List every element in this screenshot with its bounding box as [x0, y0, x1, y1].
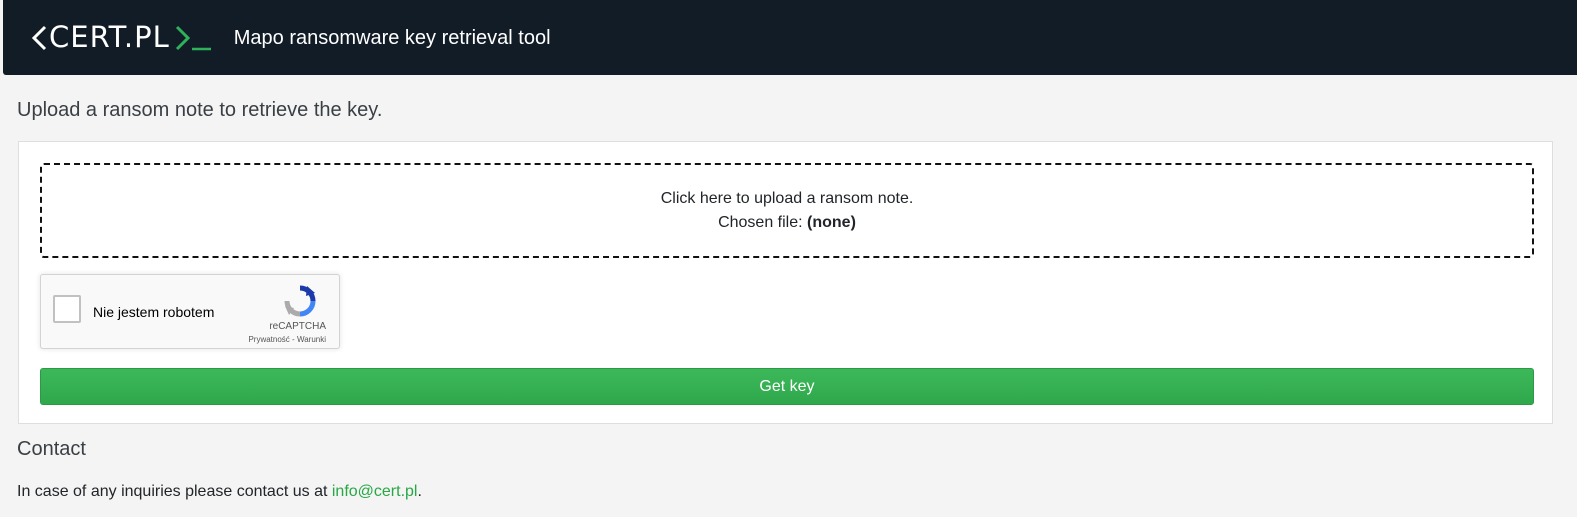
upload-prompt: Click here to upload a ransom note. [660, 190, 914, 207]
get-key-button[interactable]: Get key [40, 368, 1534, 405]
recaptcha-logo-icon [284, 285, 316, 317]
contact-text-prefix: In case of any inquiries please contact … [17, 483, 328, 500]
recaptcha-checkbox[interactable] [53, 295, 81, 323]
recaptcha-brand: reCAPTCHA [269, 321, 326, 332]
logo-text: CERT.PL [49, 20, 170, 54]
recaptcha-privacy-link[interactable]: Prywatność [248, 335, 289, 344]
upload-card: Click here to upload a ransom note. Chos… [18, 141, 1553, 424]
recaptcha-links: Prywatność - Warunki [248, 335, 326, 344]
contact-email-link[interactable]: info@cert.pl [332, 483, 418, 500]
contact-text-suffix: . [417, 483, 422, 500]
chosen-file-label: Chosen file: [718, 214, 803, 231]
chosen-file-line: Chosen file: (none) [42, 214, 1532, 232]
recaptcha-terms-link[interactable]: Warunki [297, 335, 326, 344]
chosen-file-value: (none) [807, 214, 856, 231]
contact-heading: Contact [17, 438, 86, 460]
app-title: Mapo ransomware key retrieval tool [233, 26, 551, 49]
terminal-prompt-icon [175, 25, 211, 50]
upload-dropzone[interactable]: Click here to upload a ransom note. Chos… [40, 163, 1534, 258]
top-navbar: CERT.PL Mapo ransomware key retrieval to… [3, 0, 1577, 75]
recaptcha-links-separator: - [292, 335, 295, 344]
page-lead: Upload a ransom note to retrieve the key… [17, 99, 383, 121]
cert-pl-logo[interactable]: CERT.PL [31, 18, 214, 58]
contact-text: In case of any inquiries please contact … [17, 483, 422, 501]
chevron-left-icon [31, 25, 47, 50]
recaptcha-label: Nie jestem robotem [93, 304, 215, 320]
recaptcha-widget: Nie jestem robotem reCAPTCHA Prywatność … [40, 274, 340, 349]
